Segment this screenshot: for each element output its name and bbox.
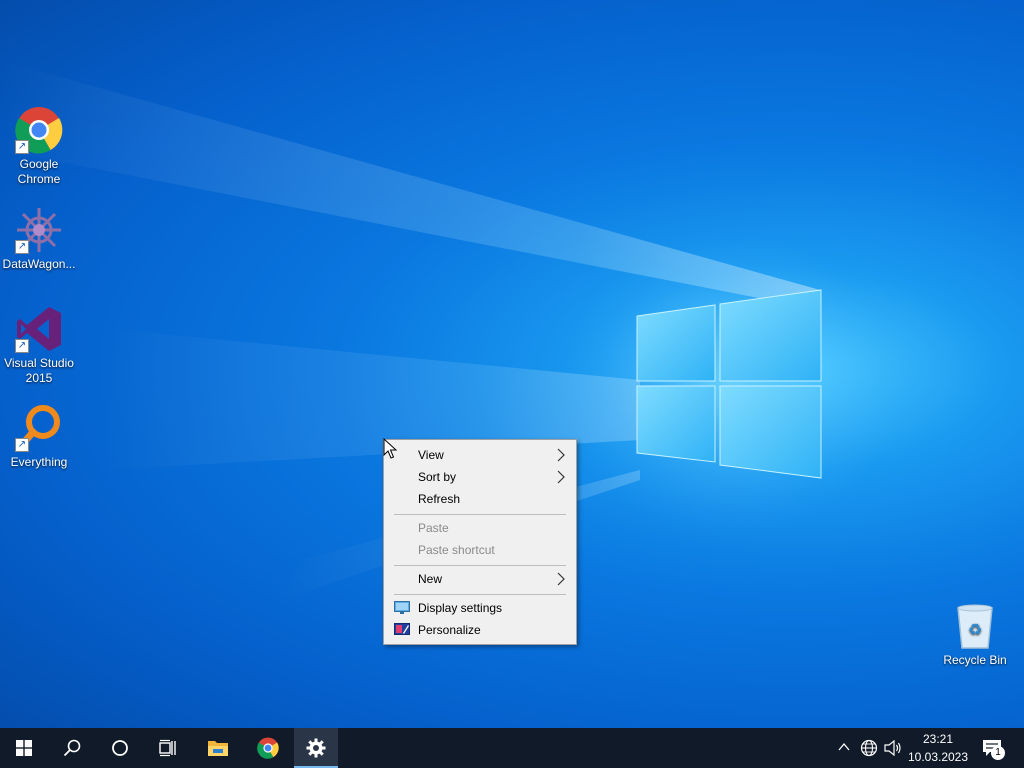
windows-start-icon (16, 740, 32, 756)
task-view-icon (159, 739, 176, 757)
desktop-icon-recycle-bin[interactable]: ♻ Recycle Bin (936, 602, 1014, 668)
cortana-button[interactable] (96, 728, 144, 768)
clock-time: 23:21 (922, 732, 954, 746)
chevron-right-icon (557, 470, 565, 484)
chrome-taskbar-button[interactable] (244, 728, 292, 768)
menu-item-paste[interactable]: Paste (386, 517, 574, 539)
chevron-right-icon (557, 572, 565, 586)
desktop-icon-visual-studio[interactable]: ↗ Visual Studio 2015 (0, 305, 78, 386)
network-globe-icon[interactable] (860, 739, 878, 757)
menu-item-display-settings[interactable]: Display settings (386, 597, 574, 619)
desktop-icon-label: Visual Studio 2015 (4, 356, 74, 385)
menu-item-new[interactable]: New (386, 568, 574, 590)
search-button[interactable] (48, 728, 96, 768)
chrome-icon: ↗ (15, 106, 63, 154)
clock[interactable]: 23:21 10.03.2023 (906, 731, 970, 765)
chrome-icon (257, 737, 279, 759)
menu-item-sort-by[interactable]: Sort by (386, 466, 574, 488)
menu-item-label: Display settings (418, 601, 503, 615)
start-button[interactable] (0, 728, 48, 768)
menu-item-label: Paste (418, 521, 449, 535)
menu-item-refresh[interactable]: Refresh (386, 488, 574, 510)
volume-icon[interactable] (884, 740, 902, 756)
desktop-icon-label: DataWagon... (2, 257, 76, 271)
taskbar: 23:21 10.03.2023 (0, 728, 1024, 768)
file-explorer-button[interactable] (194, 728, 242, 768)
everything-search-icon: ↗ (15, 404, 63, 452)
desktop-icon-label: Recycle Bin (943, 653, 1007, 667)
menu-item-label: Sort by (418, 470, 457, 484)
settings-taskbar-button[interactable] (294, 728, 338, 768)
shortcut-arrow-icon: ↗ (15, 438, 29, 452)
mouse-cursor-icon (383, 438, 397, 459)
desktop-context-menu: View Sort by Refresh Paste Paste shortcu… (383, 439, 577, 645)
show-hidden-icons-chevron-icon[interactable] (838, 742, 850, 752)
menu-item-label: New (418, 572, 443, 586)
chevron-right-icon (557, 448, 565, 462)
menu-item-paste-shortcut[interactable]: Paste shortcut (386, 539, 574, 561)
menu-item-label: Paste shortcut (418, 543, 495, 557)
windows-logo-wallpaper (636, 289, 822, 479)
svg-text:♻: ♻ (968, 620, 982, 639)
visual-studio-icon: ↗ (15, 305, 63, 353)
desktop-icon-datawagon[interactable]: ↗ DataWagon... (0, 206, 78, 272)
menu-item-personalize[interactable]: Personalize (386, 619, 574, 641)
cortana-icon (112, 740, 128, 756)
personalize-icon (394, 623, 410, 635)
menu-separator (394, 565, 566, 566)
menu-item-label: Refresh (418, 492, 461, 506)
datawagon-icon: ↗ (15, 206, 63, 254)
recycle-bin-icon: ♻ (951, 602, 999, 650)
menu-separator (394, 514, 566, 515)
file-explorer-icon (208, 741, 228, 756)
shortcut-arrow-icon: ↗ (15, 339, 29, 353)
task-view-button[interactable] (144, 728, 192, 768)
search-icon (63, 739, 81, 757)
notification-count-badge: 1 (991, 746, 1005, 760)
menu-item-label: View (418, 448, 444, 462)
desktop-icon-google-chrome[interactable]: ↗ Google Chrome (0, 106, 78, 187)
settings-gear-icon (306, 738, 326, 758)
desktop-icon-everything[interactable]: ↗ Everything (0, 404, 78, 470)
desktop-icon-label: Google Chrome (17, 157, 61, 186)
shortcut-arrow-icon: ↗ (15, 140, 29, 154)
desktop-icon-label: Everything (10, 455, 68, 469)
shortcut-arrow-icon: ↗ (15, 240, 29, 254)
menu-item-view[interactable]: View (386, 444, 574, 466)
menu-item-label: Personalize (418, 623, 481, 637)
menu-separator (394, 594, 566, 595)
clock-date: 10.03.2023 (907, 750, 969, 764)
display-settings-icon (394, 601, 410, 614)
